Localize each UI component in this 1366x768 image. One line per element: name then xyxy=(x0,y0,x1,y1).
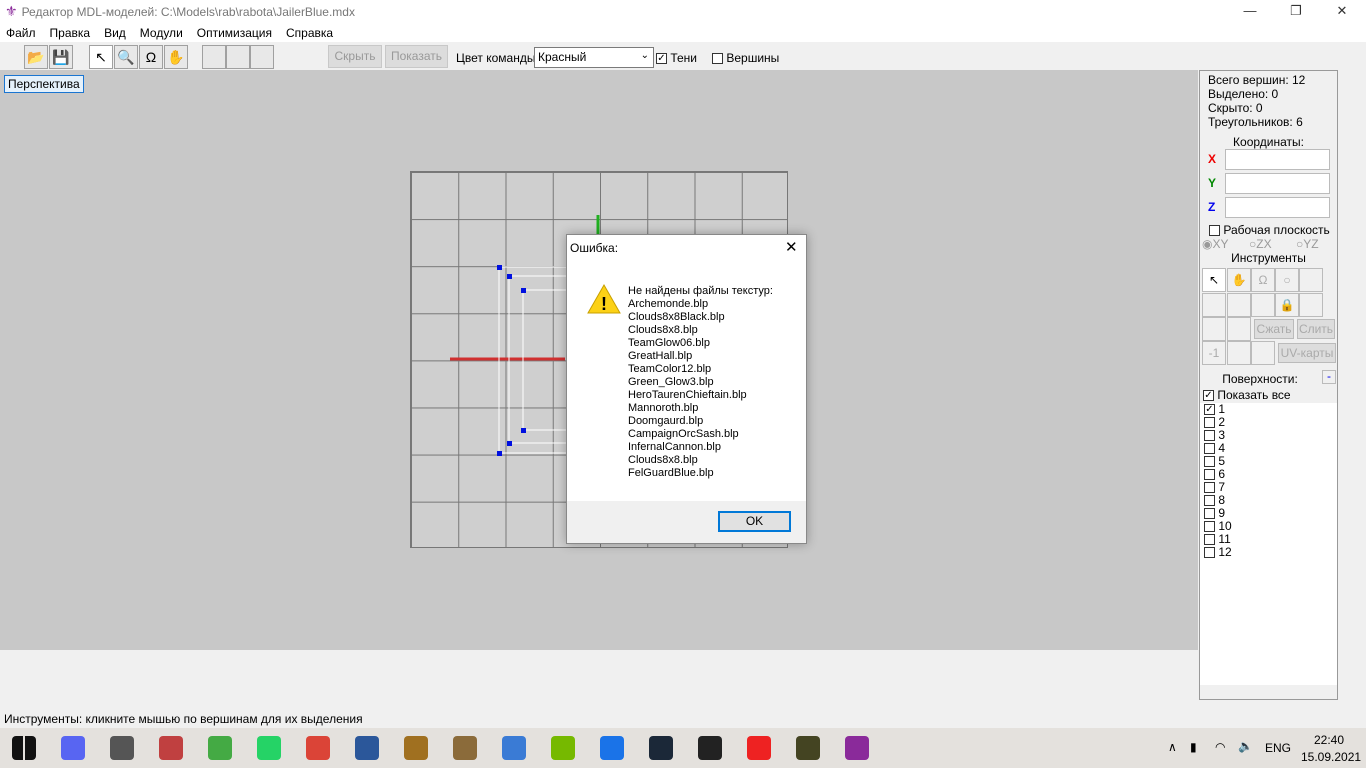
mdl-editor-icon[interactable] xyxy=(845,736,869,760)
y-coord-input[interactable] xyxy=(1225,173,1330,194)
tools-title: Инструменты xyxy=(1231,251,1306,265)
empty-tool[interactable] xyxy=(1227,317,1251,341)
lock-icon[interactable]: 🔒 xyxy=(1275,293,1299,317)
compress-button[interactable]: Сжать xyxy=(1254,319,1294,339)
warcraft-hero-icon[interactable] xyxy=(796,736,820,760)
empty-tool[interactable] xyxy=(1251,293,1275,317)
wifi-icon[interactable]: ◠ xyxy=(1215,740,1225,754)
tray-chevron-icon[interactable]: ∧ xyxy=(1168,740,1177,754)
missing-texture-file: HeroTaurenChieftain.blp xyxy=(628,389,747,401)
ok-button[interactable]: OK xyxy=(718,511,791,532)
missing-texture-file: Clouds8x8.blp xyxy=(628,454,698,466)
missing-texture-file: GreatHall.blp xyxy=(628,350,693,362)
z-coord-input[interactable] xyxy=(1225,197,1330,218)
dialog-message: Не найдены файлы текстур: Archemonde.blp… xyxy=(628,285,773,480)
z-label: Z xyxy=(1208,200,1216,214)
show-all-checkbox[interactable]: ✓ Показать все xyxy=(1203,388,1291,402)
dialog-footer: OK xyxy=(567,501,806,543)
empty-tool[interactable] xyxy=(1251,341,1275,365)
move-hand-icon[interactable]: ✋ xyxy=(1227,268,1251,292)
window-app-icon[interactable] xyxy=(110,736,134,760)
missing-texture-file: Green_Glow3.blp xyxy=(628,376,714,388)
y-label: Y xyxy=(1208,176,1217,190)
whatsapp-icon[interactable] xyxy=(257,736,281,760)
surfaces-title: Поверхности: xyxy=(1222,372,1298,386)
svg-text:!: ! xyxy=(601,294,607,314)
warning-icon: ! xyxy=(587,283,621,314)
missing-texture-file: CampaignOrcSash.blp xyxy=(628,428,739,440)
discord-icon[interactable] xyxy=(61,736,85,760)
selected-count: Выделено: 0 xyxy=(1208,87,1279,101)
missing-texture-file: FelGuardBlue.blp xyxy=(628,467,714,479)
scroll-icon[interactable] xyxy=(453,736,477,760)
missing-texture-file: Doomgaurd.blp xyxy=(628,415,704,427)
work-plane-checkbox[interactable]: Рабочая плоскость xyxy=(1209,223,1330,237)
empty-tool[interactable] xyxy=(1202,317,1226,341)
x-coord-input[interactable] xyxy=(1225,149,1330,170)
missing-texture-file: InfernalCannon.blp xyxy=(628,441,721,453)
missing-texture-file: Mannoroth.blp xyxy=(628,402,699,414)
yandex-icon[interactable] xyxy=(747,736,771,760)
collapse-button[interactable]: - xyxy=(1322,370,1336,384)
coords-title: Координаты: xyxy=(1233,135,1304,149)
missing-texture-file: Archemonde.blp xyxy=(628,298,709,310)
dialog-close-icon[interactable]: ✕ xyxy=(785,238,798,256)
surfaces-list[interactable]: ✓ 1 2 3 4 5 6 7 8 9 10 11 12 xyxy=(1200,403,1337,685)
battery-icon[interactable]: ▮ xyxy=(1190,740,1197,754)
missing-texture-file: Clouds8x8Black.blp xyxy=(628,311,725,323)
empty-tool[interactable] xyxy=(1227,341,1251,365)
volume-icon[interactable]: 🔈 xyxy=(1238,739,1253,753)
scale-circle-icon[interactable]: ○ xyxy=(1275,268,1299,292)
close-button[interactable]: ✕ xyxy=(1319,0,1365,23)
merge-button[interactable]: Слить xyxy=(1297,319,1335,339)
steam-icon[interactable] xyxy=(649,736,673,760)
hidden-count: Скрыто: 0 xyxy=(1208,101,1263,115)
minimize-button[interactable]: — xyxy=(1227,0,1273,23)
language-indicator[interactable]: ENG xyxy=(1265,741,1291,755)
word-icon[interactable] xyxy=(355,736,379,760)
warcraft-icon[interactable] xyxy=(404,736,428,760)
empty-tool[interactable] xyxy=(1299,268,1323,292)
stats: Всего вершин: 12 Выделено: 0 Скрыто: 0 Т… xyxy=(1208,73,1305,129)
plane-yz-radio[interactable]: ○YZ xyxy=(1296,237,1319,251)
bluetooth-app-icon[interactable] xyxy=(600,736,624,760)
x-label: X xyxy=(1208,152,1217,166)
surface-item[interactable]: 12 xyxy=(1200,546,1337,559)
maximize-button[interactable]: ❐ xyxy=(1273,0,1319,23)
uv-maps-button[interactable]: UV-карты xyxy=(1278,343,1336,363)
triangles-count: Треугольников: 6 xyxy=(1208,115,1303,129)
blocks-icon[interactable] xyxy=(159,736,183,760)
message-heading: Не найдены файлы текстур: xyxy=(628,285,773,297)
green-cube-icon[interactable] xyxy=(208,736,232,760)
error-dialog: Ошибка: ✕ ! Не найдены файлы текстур: Ar… xyxy=(566,234,807,544)
status-bar: Инструменты: кликните мышью по вершинам … xyxy=(4,712,363,726)
total-vertices: Всего вершин: 12 xyxy=(1208,73,1306,87)
empty-tool[interactable] xyxy=(1299,293,1323,317)
blue-window-icon[interactable] xyxy=(502,736,526,760)
dialog-title: Ошибка: xyxy=(570,241,619,255)
empty-tool[interactable] xyxy=(1227,293,1251,317)
taskbar: ∧ ▮ ◠ 🔈 ENG 22:40 15.09.2021 xyxy=(0,728,1366,768)
minus-one-button[interactable]: -1 xyxy=(1202,341,1226,365)
missing-texture-file: Clouds8x8.blp xyxy=(628,324,698,336)
clock-time[interactable]: 22:40 xyxy=(1314,733,1344,747)
select-vertices-icon[interactable]: ↖ xyxy=(1202,268,1226,292)
plane-zx-radio[interactable]: ○ZX xyxy=(1249,237,1272,251)
missing-texture-file: TeamColor12.blp xyxy=(628,363,712,375)
terminal-icon[interactable] xyxy=(698,736,722,760)
missing-texture-file: TeamGlow06.blp xyxy=(628,337,710,349)
chrome-icon[interactable] xyxy=(306,736,330,760)
nvidia-icon[interactable] xyxy=(551,736,575,760)
empty-tool[interactable] xyxy=(1202,293,1226,317)
plane-xy-radio[interactable]: ◉XY xyxy=(1202,237,1229,251)
windows-start-icon[interactable] xyxy=(12,736,36,760)
right-panel: Всего вершин: 12 Выделено: 0 Скрыто: 0 Т… xyxy=(1199,70,1338,700)
rotate-icon[interactable]: Ω xyxy=(1251,268,1275,292)
clock-date[interactable]: 15.09.2021 xyxy=(1301,750,1361,764)
